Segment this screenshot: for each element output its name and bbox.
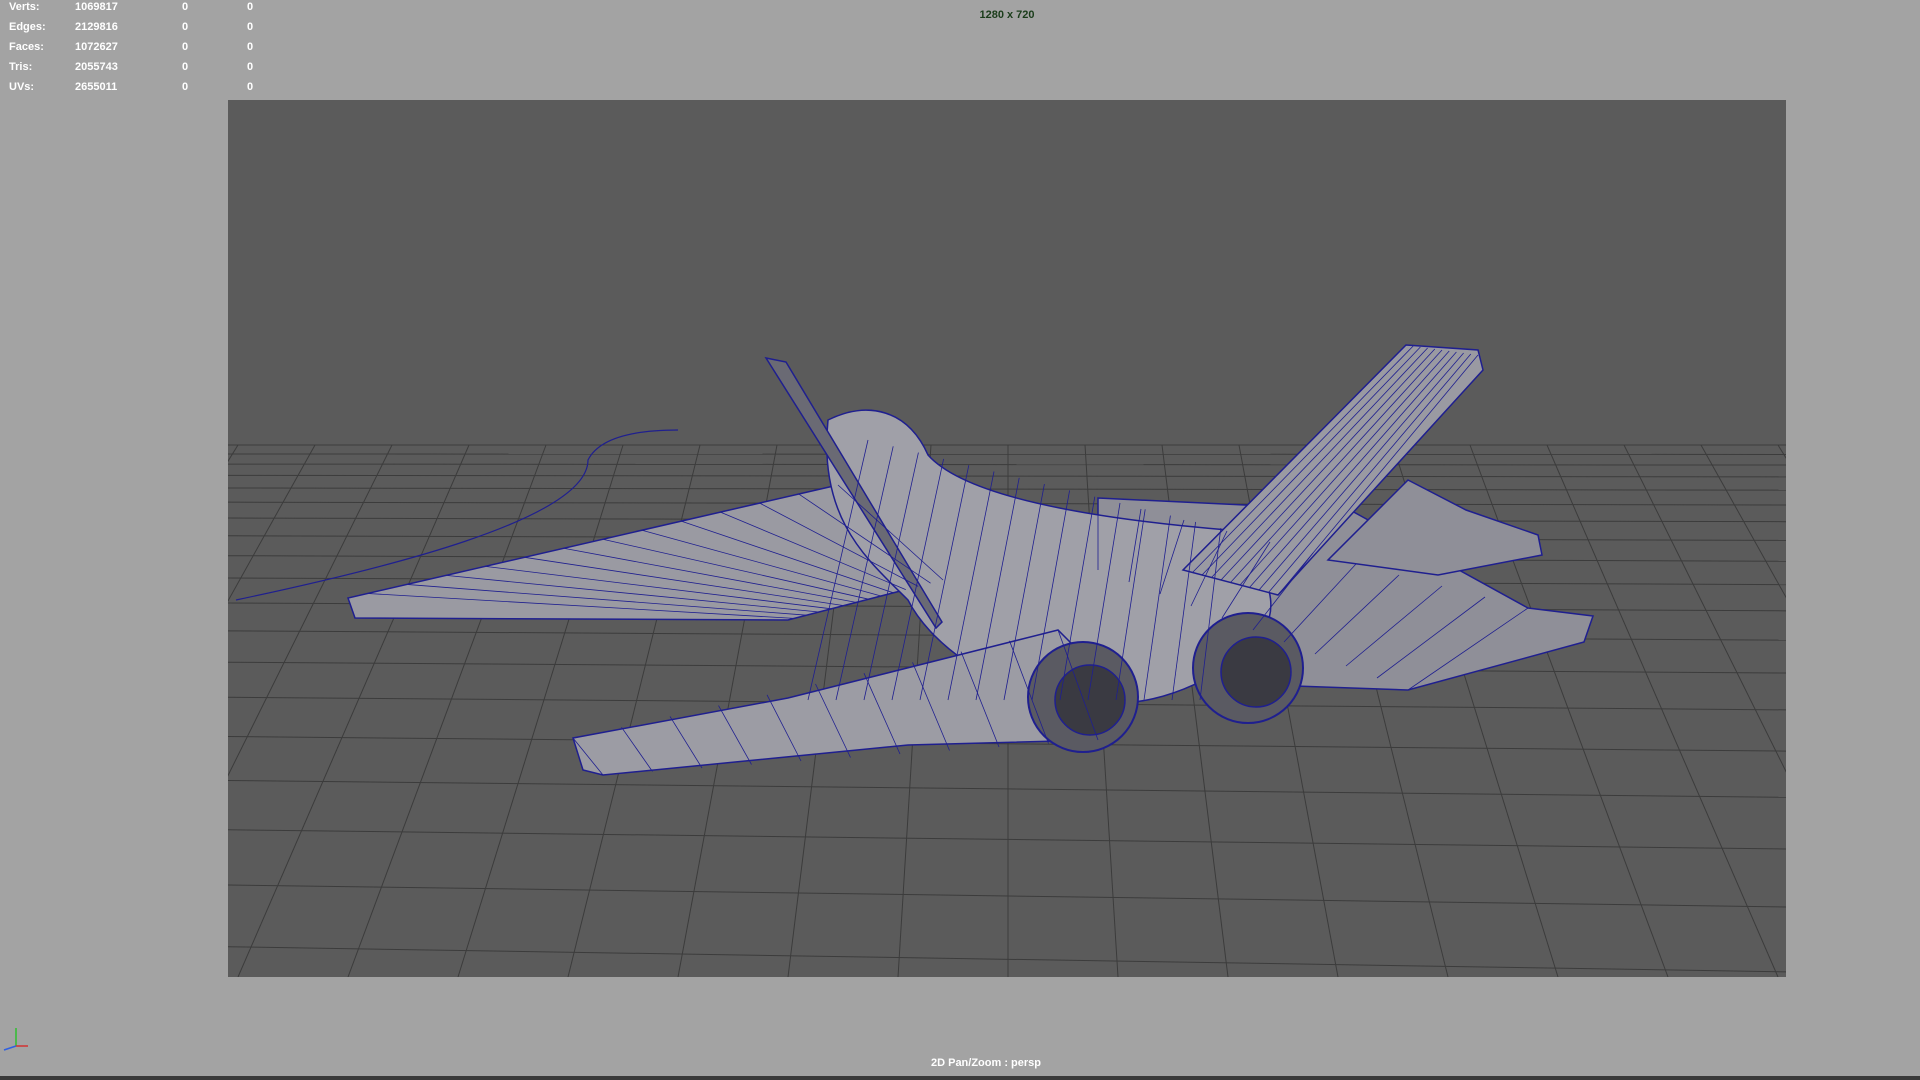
- grid-line: [228, 463, 1786, 466]
- hud-count: 1072627: [75, 41, 118, 53]
- hud-count: 2055743: [75, 61, 118, 73]
- hud-component: 0: [247, 41, 254, 53]
- z-axis-icon: [3, 1045, 17, 1051]
- grid-line: [457, 444, 624, 977]
- grid-line: [228, 444, 393, 777]
- hud-label: Edges:: [9, 21, 46, 33]
- resolution-gate-label: 1280 x 720: [0, 9, 1920, 21]
- grid-line: [228, 780, 1786, 798]
- grid-line: [228, 444, 239, 463]
- hud-label: UVs:: [9, 81, 35, 93]
- grid-line: [228, 474, 1786, 478]
- hud-component: 0: [247, 21, 254, 33]
- hud-component: 0: [247, 61, 254, 73]
- resolution-gate[interactable]: [228, 100, 1786, 977]
- hud-label: Faces:: [9, 41, 44, 53]
- jet-model-wireframe[interactable]: [235, 344, 1595, 776]
- grid-line: [228, 487, 1786, 491]
- hud-selected: 0: [182, 1, 189, 13]
- left-nozzle-inner: [1054, 664, 1126, 736]
- viewport-bottom-border: [0, 1076, 1920, 1080]
- hud-component: 0: [247, 1, 254, 13]
- resolution-text: 1280 x 720: [979, 9, 1035, 21]
- hud-component: 0: [247, 81, 254, 93]
- grid-line: [347, 444, 547, 977]
- grid-line: [228, 444, 316, 602]
- right-nozzle-inner: [1220, 636, 1292, 708]
- hud-count: 2129816: [75, 21, 118, 33]
- camera-mode-label: 2D Pan/Zoom : persp: [930, 1057, 1042, 1069]
- hud-count: 2655011: [75, 81, 118, 93]
- grid-line: [1623, 444, 1786, 773]
- hud-selected: 0: [182, 41, 189, 53]
- hud-selected: 0: [182, 21, 189, 33]
- grid-line: [228, 829, 1786, 850]
- maya-viewport[interactable]: Verts: 1069817 0 0 Edges: 2129816 0 0 Fa…: [0, 0, 1920, 1080]
- scene-canvas[interactable]: [228, 100, 1786, 977]
- axis-gizmo: [2, 1024, 30, 1054]
- hud-selected: 0: [182, 81, 189, 93]
- grid-line: [1777, 444, 1786, 459]
- grid-line: [1546, 444, 1779, 977]
- hud-count: 1069817: [75, 1, 118, 13]
- grid-line: [237, 444, 470, 977]
- hud-label: Verts:: [9, 1, 40, 13]
- grid-line: [228, 884, 1786, 908]
- hud-selected: 0: [182, 61, 189, 73]
- hud-label: Tris:: [9, 61, 33, 73]
